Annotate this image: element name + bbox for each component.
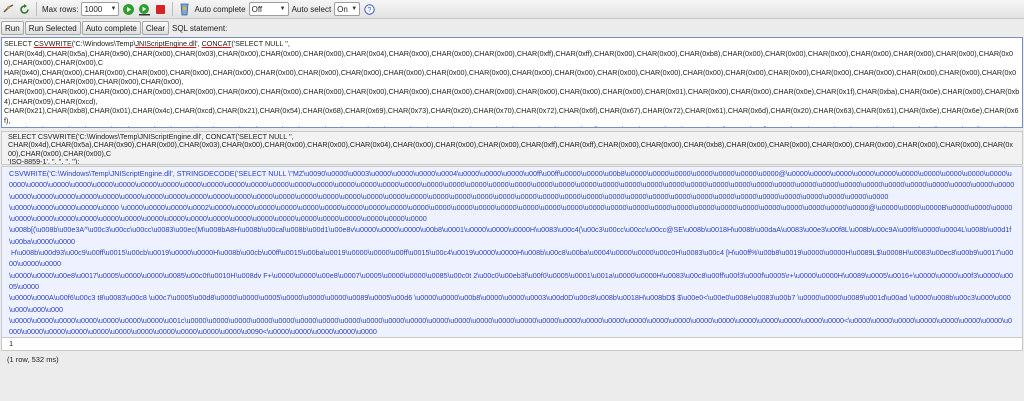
result-status: (1 row, 532 ms)	[7, 355, 59, 364]
result-query-header: SELECT CSVWRITE('C:\Windows\Temp\JNIScri…	[1, 131, 1023, 165]
svg-text:?: ?	[368, 7, 372, 14]
chevron-down-icon: ▼	[351, 6, 358, 12]
run-selected-button[interactable]: Run Selected	[24, 21, 81, 35]
chevron-down-icon: ▼	[110, 6, 117, 12]
autoselect-value: On	[337, 4, 348, 14]
autocomplete-label: Auto complete	[194, 4, 246, 14]
disconnect-icon[interactable]	[2, 3, 15, 16]
max-rows-value: 1000	[84, 4, 103, 14]
autoselect-label: Auto select	[291, 4, 332, 14]
history-icon[interactable]	[178, 3, 191, 16]
editor-function-concat: CONCAT	[201, 39, 232, 48]
max-rows-select[interactable]: 1000 ▼	[81, 2, 120, 16]
sql-statement-label: SQL statement:	[171, 23, 228, 33]
sql-editor[interactable]: SELECT CSVWRITE('C:\Windows\Temp\JNIScri…	[1, 37, 1023, 128]
editor-dll-filename: JNIScriptEngine.dll	[135, 39, 197, 48]
chevron-down-icon: ▼	[279, 6, 286, 12]
autoselect-select[interactable]: On ▼	[334, 2, 361, 16]
autocomplete-value: Off	[251, 4, 263, 14]
editor-prefix: SELECT	[4, 39, 34, 48]
run-selected-icon[interactable]	[138, 3, 151, 16]
main-toolbar: Max rows: 1000 ▼ Auto complete Off ▼ Aut…	[0, 0, 1024, 19]
clear-button[interactable]: Clear	[141, 21, 169, 35]
toolbar-separator	[36, 2, 37, 16]
editor-path-prefix: ('C:\Windows\Temp\	[71, 39, 136, 48]
refresh-icon[interactable]	[18, 3, 31, 16]
editor-body: ('SELECT NULL '', CHAR(0x4d),CHAR(0x5a),…	[4, 39, 1020, 127]
result-table: CSVWRITE('C:\Windows\Temp\JNIScriptEngin…	[1, 166, 1023, 351]
run-icon[interactable]	[122, 3, 135, 16]
result-row-value: 1	[2, 338, 1022, 350]
toolbar-separator	[172, 2, 174, 16]
stop-icon[interactable]	[154, 3, 167, 16]
editor-function-csvwrite: CSVWRITE	[33, 39, 72, 48]
run-button[interactable]: Run	[1, 21, 24, 35]
max-rows-label: Max rows:	[42, 4, 79, 14]
query-toolbar: Run Run Selected Auto complete Clear SQL…	[0, 20, 1024, 36]
auto-complete-button[interactable]: Auto complete	[81, 21, 141, 35]
help-icon[interactable]: ?	[363, 3, 376, 16]
autocomplete-select[interactable]: Off ▼	[248, 2, 289, 16]
result-cell[interactable]: CSVWRITE('C:\Windows\Temp\JNIScriptEngin…	[2, 167, 1022, 338]
